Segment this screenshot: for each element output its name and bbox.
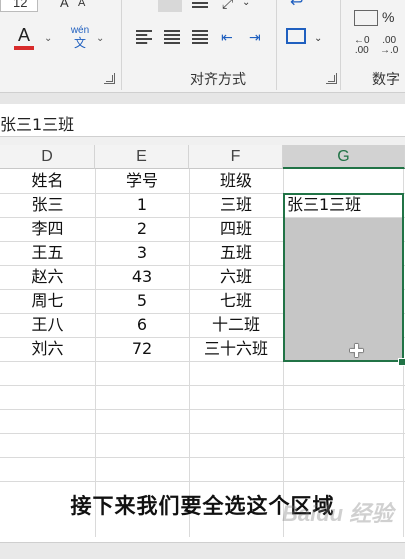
table-cell[interactable]: 十二班 — [189, 313, 283, 337]
alignment-group-label: 对齐方式 — [190, 71, 246, 87]
table-cell[interactable]: 三十六班 — [189, 337, 283, 361]
header-cell-name[interactable]: 姓名 — [0, 169, 95, 193]
table-cell[interactable]: 72 — [95, 337, 189, 361]
font-group-launcher-icon[interactable] — [104, 73, 115, 84]
gridline — [0, 409, 405, 410]
bottom-edge — [0, 542, 405, 559]
formula-bar[interactable]: 张三1三班 — [0, 104, 405, 137]
table-cell[interactable]: 刘六 — [0, 337, 95, 361]
column-header-f[interactable]: F — [189, 145, 283, 169]
table-cell[interactable]: 3 — [95, 241, 189, 265]
gridline — [0, 433, 405, 434]
header-cell-number[interactable]: 学号 — [95, 169, 189, 193]
table-cell[interactable]: 5 — [95, 289, 189, 313]
font-size-increase-icon[interactable]: A — [60, 0, 69, 12]
font-color-dropdown-icon[interactable]: ⌄ — [44, 30, 52, 48]
table-cell[interactable]: 1 — [95, 193, 189, 217]
align-center-icon[interactable] — [164, 30, 180, 44]
increase-decimal-icon[interactable]: ←0.00 — [354, 36, 370, 56]
phonetic-top-text: wén — [70, 25, 90, 36]
phonetic-guide-button[interactable]: wén 文 — [68, 25, 92, 51]
ribbon: 12 A A A ⌄ wén 文 ⌄ ⤢ ⌄ ⇤ ⇥ ↩ ⌄ 对齐方式 % ←0… — [0, 0, 405, 92]
ribbon-divider — [276, 0, 277, 90]
worksheet-grid[interactable]: D E F G 姓名 学号 班级 张三 1 三班 张三1三班 李四 2 四班 王… — [0, 145, 405, 537]
table-cell[interactable]: 王八 — [0, 313, 95, 337]
column-header-d[interactable]: D — [0, 145, 95, 169]
font-color-letter: A — [17, 25, 30, 45]
currency-format-icon[interactable] — [354, 10, 378, 26]
table-cell[interactable]: 赵六 — [0, 265, 95, 289]
table-cell[interactable]: 七班 — [189, 289, 283, 313]
gridline — [0, 385, 405, 386]
table-cell[interactable]: 三班 — [189, 193, 283, 217]
table-cell[interactable]: 五班 — [189, 241, 283, 265]
decrease-indent-icon[interactable]: ⇤ — [221, 28, 233, 46]
gridline — [0, 481, 405, 482]
increase-indent-icon[interactable]: ⇥ — [249, 28, 261, 46]
fill-handle[interactable] — [398, 358, 405, 366]
ribbon-divider — [340, 0, 341, 90]
middle-align-icon[interactable] — [192, 2, 208, 4]
orientation-dropdown-icon[interactable]: ⌄ — [242, 0, 250, 12]
selection-border — [283, 193, 404, 362]
table-cell[interactable]: 四班 — [189, 217, 283, 241]
decrease-decimal-icon[interactable]: .00 →.0 — [380, 36, 398, 56]
align-right-icon[interactable] — [192, 30, 208, 44]
table-cell[interactable]: 周七 — [0, 289, 95, 313]
table-cell[interactable]: 张三 — [0, 193, 95, 217]
formula-grid-gap — [0, 137, 405, 145]
font-size-decrease-icon[interactable]: A — [78, 0, 85, 12]
table-cell[interactable]: 2 — [95, 217, 189, 241]
phonetic-bottom-text: 文 — [73, 36, 86, 50]
table-cell[interactable]: 王五 — [0, 241, 95, 265]
table-cell[interactable]: 李四 — [0, 217, 95, 241]
font-color-button[interactable]: A — [14, 26, 34, 50]
phonetic-dropdown-icon[interactable]: ⌄ — [96, 30, 104, 48]
font-color-bar — [14, 46, 34, 50]
percent-icon[interactable]: % — [382, 8, 394, 26]
font-size-box[interactable]: 12 — [0, 0, 38, 12]
header-cell-class[interactable]: 班级 — [189, 169, 283, 193]
merge-center-button[interactable] — [286, 28, 306, 44]
alignment-group-launcher-icon[interactable] — [326, 73, 337, 84]
table-cell[interactable]: 六班 — [189, 265, 283, 289]
cross-cursor-icon: ✚ — [349, 341, 365, 361]
table-cell[interactable]: 43 — [95, 265, 189, 289]
gridline — [0, 457, 405, 458]
top-align-icon[interactable] — [158, 0, 182, 12]
table-cell[interactable]: 6 — [95, 313, 189, 337]
font-size-value: 12 — [13, 0, 28, 10]
wrap-text-icon[interactable]: ↩ — [290, 0, 303, 12]
number-group-label: 数字 — [372, 71, 400, 87]
column-header-e[interactable]: E — [95, 145, 189, 169]
orientation-icon[interactable]: ⤢ — [222, 0, 233, 12]
watermark-logo: Baidu 经验 — [282, 501, 394, 526]
ribbon-divider — [121, 0, 122, 90]
merge-dropdown-icon[interactable]: ⌄ — [314, 30, 322, 48]
formula-bar-value: 张三1三班 — [0, 115, 75, 134]
align-left-icon[interactable] — [136, 30, 152, 44]
column-header-g[interactable]: G — [283, 145, 405, 169]
